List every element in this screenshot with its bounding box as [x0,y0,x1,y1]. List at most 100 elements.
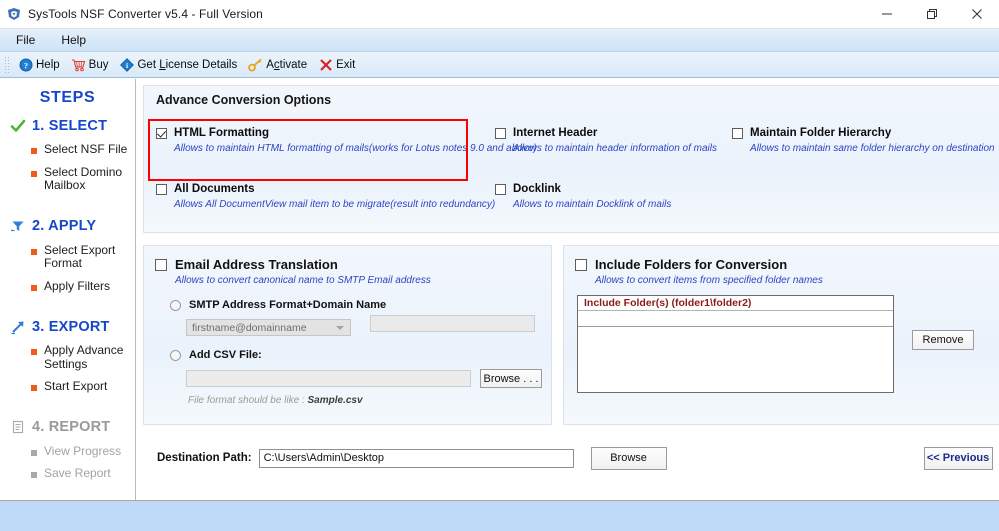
docklink-desc: Allows to maintain Docklink of mails [513,199,671,210]
bullet-icon [31,349,37,355]
sidebar-step-select-label: 1. SELECT [32,118,107,134]
toolbar-license-label: Get License Details [137,59,237,71]
smtp-format-label: SMTP Address Format+Domain Name [189,299,386,311]
add-csv-option[interactable]: Add CSV File: [170,349,551,361]
option-internet-header[interactable]: Internet Header Allows to maintain heade… [495,127,717,154]
sidebar: STEPS 1. SELECT Select NSF File Select D… [0,79,136,500]
sidebar-item-apply-filters[interactable]: Apply Filters [0,280,135,294]
folder-table-empty-row[interactable] [578,311,893,327]
html-formatting-checkbox[interactable] [156,128,167,139]
chevron-down-icon [336,326,344,330]
destination-path-value: C:\Users\Admin\Desktop [264,452,384,464]
bullet-icon [31,148,37,154]
diamond-info-icon: i [119,57,134,72]
email-translation-header[interactable]: Email Address Translation [144,246,551,272]
destination-browse-button[interactable]: Browse [591,447,667,470]
include-folders-header[interactable]: Include Folders for Conversion [564,246,999,272]
sidebar-item-start-export[interactable]: Start Export [0,380,135,394]
docklink-checkbox[interactable] [495,184,506,195]
middle-row: Email Address Translation Allows to conv… [143,245,999,425]
sidebar-item-select-nsf-file[interactable]: Select NSF File [0,143,135,157]
email-translation-desc: Allows to convert canonical name to SMTP… [175,275,551,286]
csv-format-note: File format should be like : Sample.csv [188,395,551,406]
key-icon [248,57,263,72]
option-docklink[interactable]: Docklink Allows to maintain Docklink of … [495,183,671,210]
menu-bar: File Help [0,29,999,52]
status-bar [0,500,999,531]
csv-browse-button[interactable]: Browse . . . [480,369,542,388]
toolbar-grip[interactable] [4,56,10,74]
internet-header-checkbox[interactable] [495,128,506,139]
smtp-format-option[interactable]: SMTP Address Format+Domain Name [170,299,551,311]
sidebar-title: STEPS [0,89,135,107]
footer-bar: Destination Path: C:\Users\Admin\Desktop… [143,437,999,479]
email-translation-title: Email Address Translation [175,257,338,272]
add-csv-label: Add CSV File: [189,349,262,361]
application-window: SysTools NSF Converter v5.4 - Full Versi… [0,0,999,531]
sidebar-item-label: Start Export [44,380,107,394]
previous-button[interactable]: << Previous [924,447,993,470]
bullet-icon [31,472,37,478]
folder-table[interactable]: Include Folder(s) (folder1\folder2) [577,295,894,393]
option-maintain-folder-hierarchy[interactable]: Maintain Folder Hierarchy Allows to main… [732,127,995,154]
restore-button[interactable] [909,0,954,29]
sidebar-item-label: View Progress [44,445,121,459]
option-html-formatting[interactable]: HTML Formatting Allows to maintain HTML … [156,127,537,154]
smtp-format-select[interactable]: firstname@domainname [186,319,351,336]
toolbar-buy-button[interactable]: Buy [67,56,116,73]
report-icon [9,419,26,436]
sidebar-item-label: Select Export Format [44,244,129,271]
svg-text:?: ? [23,60,27,70]
include-folders-checkbox[interactable] [575,259,587,271]
sidebar-item-select-domino-mailbox[interactable]: Select Domino Mailbox [0,166,135,193]
maintain-folder-hierarchy-checkbox[interactable] [732,128,743,139]
menu-help[interactable]: Help [55,31,98,50]
include-folders-desc: Allows to convert items from specified f… [595,275,999,286]
shopping-cart-icon [71,57,86,72]
toolbar: ? Help Buy i [0,52,999,78]
sidebar-step-apply[interactable]: 2. APPLY [0,218,135,235]
all-documents-checkbox[interactable] [156,184,167,195]
toolbar-activate-button[interactable]: Activate [244,56,314,73]
window-controls [864,0,999,29]
sidebar-step-report: 4. REPORT [0,419,135,436]
include-folders-title: Include Folders for Conversion [595,257,787,272]
menu-file[interactable]: File [10,31,47,50]
sidebar-item-save-report: Save Report [0,467,135,481]
smtp-format-radio[interactable] [170,300,181,311]
email-translation-checkbox[interactable] [155,259,167,271]
toolbar-license-button[interactable]: i Get License Details [115,56,244,73]
all-documents-label: All Documents [174,183,255,195]
filter-icon [9,218,26,235]
bullet-icon [31,385,37,391]
option-all-documents[interactable]: All Documents Allows All DocumentView ma… [156,183,495,210]
remove-folder-button[interactable]: Remove [912,330,974,350]
destination-path-input[interactable]: C:\Users\Admin\Desktop [259,449,574,468]
close-button[interactable] [954,0,999,29]
bullet-icon [31,249,37,255]
sidebar-step-export[interactable]: 3. EXPORT [0,318,135,335]
add-csv-radio[interactable] [170,350,181,361]
domain-name-input[interactable] [370,315,535,332]
html-formatting-desc: Allows to maintain HTML formatting of ma… [174,143,537,154]
all-documents-desc: Allows All DocumentView mail item to be … [174,199,495,210]
bullet-icon [31,171,37,177]
sidebar-item-label: Apply Filters [44,280,110,294]
csv-file-input[interactable] [186,370,471,387]
arrow-up-right-icon [9,318,26,335]
toolbar-buy-label: Buy [89,59,109,71]
sidebar-step-select[interactable]: 1. SELECT [0,117,135,134]
info-circle-icon: ? [18,57,33,72]
toolbar-exit-button[interactable]: Exit [314,56,362,73]
sidebar-item-select-export-format[interactable]: Select Export Format [0,244,135,271]
sidebar-step-apply-label: 2. APPLY [32,218,96,234]
sidebar-item-apply-advance-settings[interactable]: Apply Advance Settings [0,344,135,371]
sidebar-step-export-label: 3. EXPORT [32,319,110,335]
smtp-format-selected-value: firstname@domainname [192,322,307,334]
docklink-label: Docklink [513,183,561,195]
green-check-icon [9,117,26,134]
toolbar-help-button[interactable]: ? Help [14,56,67,73]
minimize-button[interactable] [864,0,909,29]
sidebar-item-label: Select NSF File [44,143,127,157]
folder-list-area: Include Folder(s) (folder1\folder2) Remo… [577,295,999,393]
